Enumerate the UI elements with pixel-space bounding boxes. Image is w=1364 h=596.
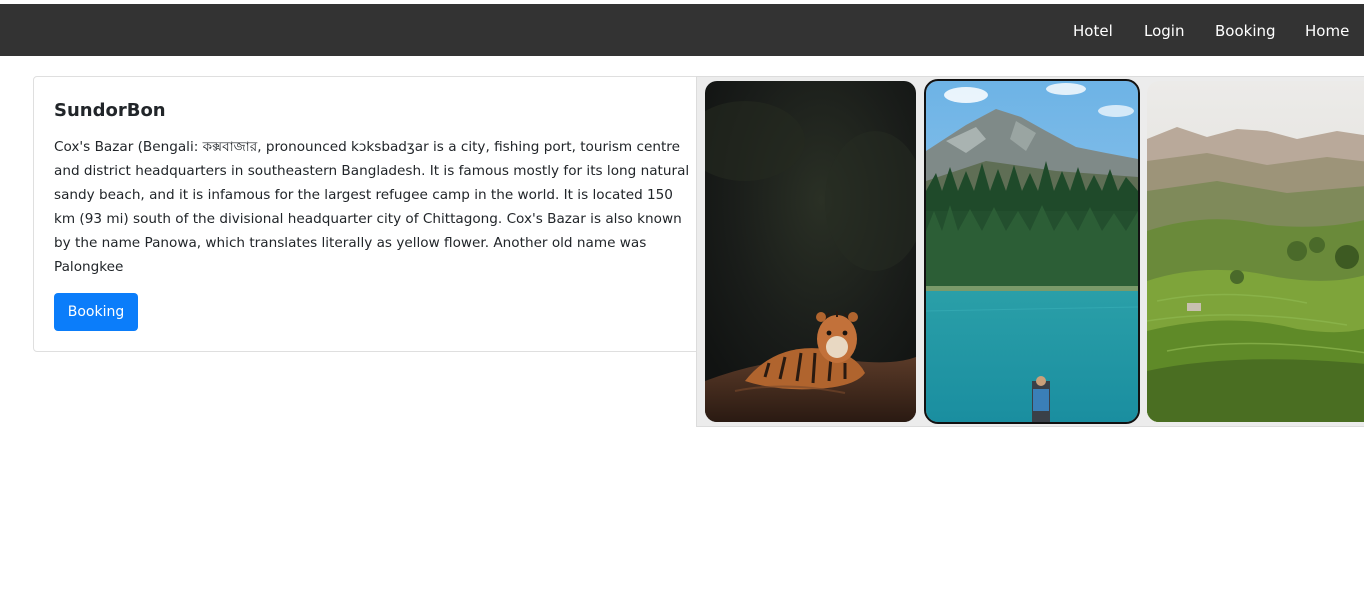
description-line: Palongkee: [54, 259, 124, 275]
image-gallery: [696, 76, 1364, 427]
tiger-photo[interactable]: [705, 81, 916, 422]
description-line: km (93 mi) south of the divisional headq…: [54, 211, 682, 227]
destination-card: SundorBon Cox's Bazar (Bengali: কক্সবাজা…: [33, 76, 735, 352]
navbar: Hotel Login Booking Home: [0, 4, 1364, 56]
nav-home-link[interactable]: Home: [1305, 21, 1349, 41]
description-line: sandy beach, and it is infamous for the …: [54, 187, 673, 203]
nav-login-link[interactable]: Login: [1144, 21, 1184, 41]
description-line: by the name Panowa, which translates lit…: [54, 235, 647, 251]
description-line: Cox's Bazar (Bengali: কক্সবাজার, pronoun…: [54, 139, 680, 155]
nav-booking-link[interactable]: Booking: [1215, 21, 1276, 41]
tea-hills-photo[interactable]: [1147, 81, 1364, 422]
booking-button[interactable]: Booking: [54, 293, 138, 331]
card-title: SundorBon: [54, 100, 166, 121]
description-line: and district headquarters in southeaster…: [54, 163, 690, 179]
mountain-lake-photo[interactable]: [924, 79, 1140, 424]
nav-hotel-link[interactable]: Hotel: [1073, 21, 1113, 41]
card-description: Cox's Bazar (Bengali: কক্সবাজার, pronoun…: [54, 135, 734, 279]
